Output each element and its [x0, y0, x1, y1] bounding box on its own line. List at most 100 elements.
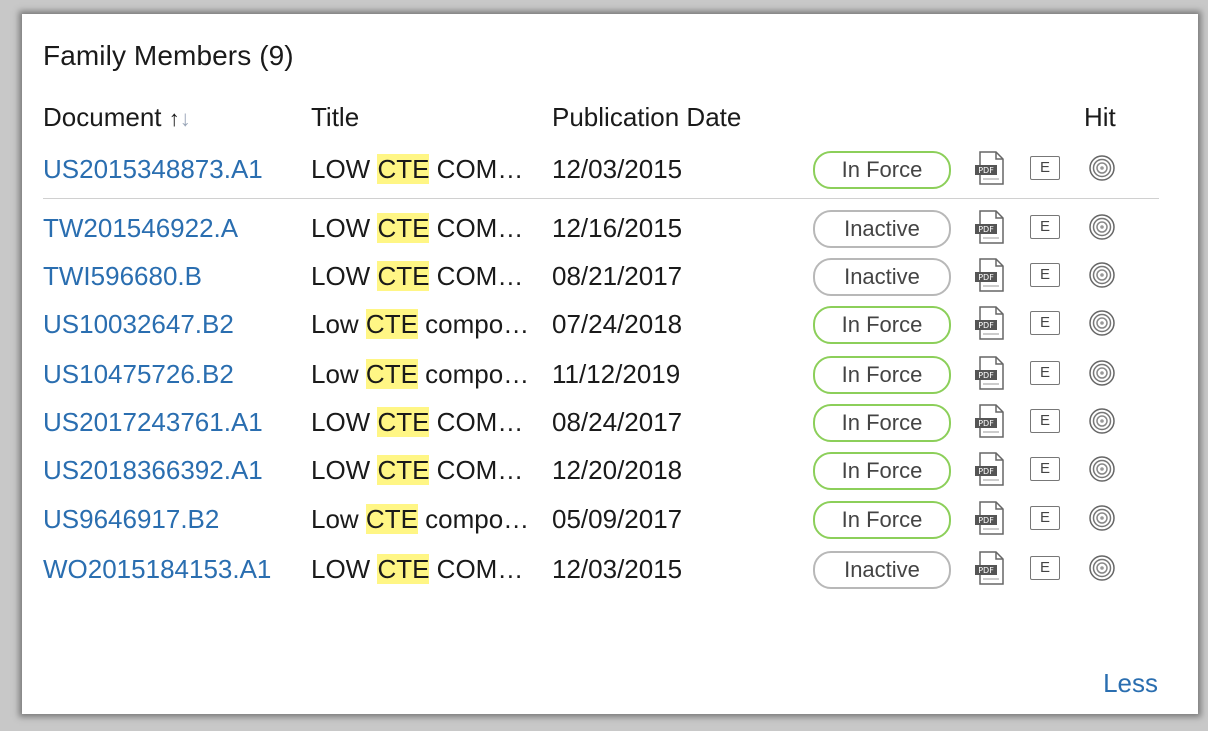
e-icon[interactable]: E	[1030, 156, 1060, 180]
document-link[interactable]: US10032647.B2	[43, 304, 234, 344]
document-title: LOW CTE COM…	[311, 208, 523, 248]
publication-date: 08/21/2017	[552, 261, 683, 291]
hit-target-icon[interactable]	[1088, 309, 1116, 337]
document-title: LOW CTE COM…	[311, 256, 523, 296]
hit-target-icon[interactable]	[1088, 407, 1116, 435]
title-text: COM…	[429, 154, 524, 184]
hit-target-icon[interactable]	[1088, 359, 1116, 387]
e-icon[interactable]: E	[1030, 311, 1060, 335]
pdf-icon[interactable]: PDF	[974, 306, 1006, 340]
title-text: LOW	[311, 213, 378, 243]
title-text: compo…	[417, 309, 530, 339]
document-link[interactable]: US2018366392.A1	[43, 450, 263, 490]
pdf-icon[interactable]: PDF	[974, 404, 1006, 438]
table-row: US10032647.B2 Low CTE compo… 07/24/2018 …	[22, 304, 1198, 344]
pdf-icon-label: PDF	[978, 321, 994, 330]
publication-date: 12/03/2015	[552, 154, 683, 184]
publication-date: 12/20/2018	[552, 455, 683, 485]
publication-date: 07/24/2018	[552, 309, 683, 339]
hit-target-icon[interactable]	[1088, 455, 1116, 483]
search-term-highlight: CTE	[377, 213, 430, 243]
hit-target-icon[interactable]	[1088, 154, 1116, 182]
legal-status-badge: In Force	[813, 306, 951, 344]
e-icon[interactable]: E	[1030, 361, 1060, 385]
title-text: COM…	[429, 261, 524, 291]
pdf-icon[interactable]: PDF	[974, 210, 1006, 244]
table-row: TWI596680.B LOW CTE COM… 08/21/2017 Inac…	[22, 256, 1198, 296]
title-text: COM…	[429, 213, 524, 243]
legal-status-badge: Inactive	[813, 551, 951, 589]
pdf-icon[interactable]: PDF	[974, 356, 1006, 390]
sort-descending-icon[interactable]: ↓	[180, 106, 191, 131]
search-term-highlight: CTE	[377, 261, 430, 291]
pdf-icon-label: PDF	[978, 166, 994, 175]
title-text: Low	[311, 309, 366, 339]
document-title: LOW CTE COM…	[311, 450, 523, 490]
hit-target-icon[interactable]	[1088, 213, 1116, 241]
pdf-icon-label: PDF	[978, 371, 994, 380]
table-row: US2017243761.A1 LOW CTE COM… 08/24/2017 …	[22, 402, 1198, 442]
legal-status-badge: Inactive	[813, 210, 951, 248]
document-link[interactable]: WO2015184153.A1	[43, 549, 271, 589]
column-header-hit: Hit	[1084, 102, 1116, 132]
title-text: LOW	[311, 261, 378, 291]
document-title: Low CTE compo…	[311, 304, 529, 344]
pdf-icon-label: PDF	[978, 273, 994, 282]
legal-status-badge: Inactive	[813, 258, 951, 296]
e-icon[interactable]: E	[1030, 556, 1060, 580]
e-icon[interactable]: E	[1030, 215, 1060, 239]
less-link[interactable]: Less	[1103, 668, 1158, 699]
pdf-icon[interactable]: PDF	[974, 258, 1006, 292]
pdf-icon[interactable]: PDF	[974, 452, 1006, 486]
e-icon[interactable]: E	[1030, 263, 1060, 287]
document-link[interactable]: US2015348873.A1	[43, 149, 263, 189]
search-term-highlight: CTE	[377, 554, 430, 584]
e-icon[interactable]: E	[1030, 409, 1060, 433]
publication-date: 05/09/2017	[552, 504, 683, 534]
e-icon[interactable]: E	[1030, 506, 1060, 530]
column-header-publication-date: Publication Date	[552, 102, 742, 132]
document-link[interactable]: TWI596680.B	[43, 256, 202, 296]
search-term-highlight: CTE	[377, 455, 430, 485]
search-term-highlight: CTE	[377, 407, 430, 437]
document-link[interactable]: US9646917.B2	[43, 499, 219, 539]
document-title: LOW CTE COM…	[311, 149, 523, 189]
pdf-icon-label: PDF	[978, 419, 994, 428]
title-text: LOW	[311, 455, 378, 485]
pdf-icon[interactable]: PDF	[974, 501, 1006, 535]
title-text: LOW	[311, 407, 378, 437]
hit-target-icon[interactable]	[1088, 261, 1116, 289]
search-term-highlight: CTE	[365, 359, 418, 389]
publication-date: 08/24/2017	[552, 407, 683, 437]
table-row: US10475726.B2 Low CTE compo… 11/12/2019 …	[22, 354, 1198, 394]
column-header-title: Title	[311, 102, 360, 132]
legal-status-badge: In Force	[813, 151, 951, 189]
publication-date: 11/12/2019	[552, 359, 681, 389]
sort-ascending-icon[interactable]: ↑	[169, 106, 180, 131]
pdf-icon-label: PDF	[978, 516, 994, 525]
hit-target-icon[interactable]	[1088, 554, 1116, 582]
title-text: COM…	[429, 455, 524, 485]
table-row: US2015348873.A1 LOW CTE COM… 12/03/2015 …	[22, 149, 1198, 189]
legal-status-badge: In Force	[813, 452, 951, 490]
e-icon[interactable]: E	[1030, 457, 1060, 481]
column-header-document[interactable]: Document ↑↓	[43, 102, 191, 133]
column-header-document-label: Document	[43, 102, 162, 132]
publication-date: 12/03/2015	[552, 554, 683, 584]
document-link[interactable]: US2017243761.A1	[43, 402, 263, 442]
search-term-highlight: CTE	[365, 309, 418, 339]
search-term-highlight: CTE	[377, 154, 430, 184]
hit-target-icon[interactable]	[1088, 504, 1116, 532]
document-link[interactable]: TW201546922.A	[43, 208, 238, 248]
pdf-icon[interactable]: PDF	[974, 151, 1006, 185]
table-row: WO2015184153.A1 LOW CTE COM… 12/03/2015 …	[22, 549, 1198, 589]
pdf-icon[interactable]: PDF	[974, 551, 1006, 585]
pdf-icon-label: PDF	[978, 467, 994, 476]
document-link[interactable]: US10475726.B2	[43, 354, 234, 394]
table-row: TW201546922.A LOW CTE COM… 12/16/2015 In…	[22, 208, 1198, 248]
legal-status-badge: In Force	[813, 404, 951, 442]
title-text: compo…	[417, 504, 530, 534]
title-text: LOW	[311, 554, 378, 584]
row-divider	[43, 198, 1159, 199]
publication-date: 12/16/2015	[552, 213, 683, 243]
